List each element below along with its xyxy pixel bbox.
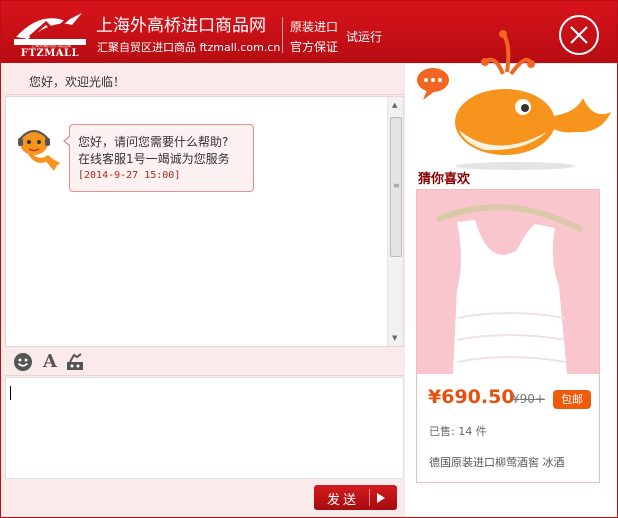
sold-count: 已售: 14 件 [429, 425, 487, 438]
logo-emblem-icon [14, 13, 86, 45]
agent-message-bubble: 您好，请问您需要什么帮助? 在线客服1号一竭诚为您服务 [2014-9-27 1… [63, 124, 254, 192]
agent-avatar [14, 121, 64, 181]
recommend-panel: 猜你喜欢 ¥690.50 ¥90+ 包邮 已售: 14 件 德国原装进口柳莺酒窖… [405, 30, 617, 517]
site-name: 上海外高桥进口商品网 [96, 16, 266, 36]
emoji-button[interactable] [13, 352, 35, 372]
send-button[interactable]: 发送 [314, 485, 397, 510]
message-input[interactable] [5, 377, 404, 479]
tag-official-guarantee: 官方保证 [290, 40, 339, 54]
scroll-down-arrow-icon[interactable]: ▼ [392, 334, 397, 342]
scroll-grip-icon: ≡ [393, 181, 400, 190]
product-image[interactable] [417, 190, 599, 374]
emoji-icon [14, 353, 32, 371]
font-icon: A [43, 351, 57, 372]
input-toolbar: A [5, 348, 404, 376]
product-name[interactable]: 德国原装进口柳莺酒窖 冰酒 [429, 454, 565, 470]
product-card[interactable]: ¥690.50 ¥90+ 包邮 已售: 14 件 德国原装进口柳莺酒窖 冰酒 [416, 189, 600, 483]
scroll-up-arrow-icon[interactable]: ▲ [392, 101, 397, 109]
header-divider [282, 17, 283, 53]
send-button-label: 发送 [327, 493, 360, 508]
message-line-1: 您好，请问您需要什么帮助? [78, 135, 229, 149]
message-timestamp: [2014-9-27 15:00] [78, 170, 181, 181]
logo-wordmark: FTZMALL [20, 48, 80, 59]
site-subtitle: 汇聚自贸区进口商品 ftzmall.com.cn [97, 41, 281, 54]
greeting-text: 您好，欢迎光临！ [29, 75, 126, 89]
guess-you-like-title: 猜你喜欢 [418, 172, 471, 187]
greeting-bar: 您好，欢迎光临！ [5, 64, 404, 95]
screenshot-button[interactable] [65, 352, 87, 372]
product-old-price: ¥90+ [512, 392, 545, 406]
site-logo[interactable]: 上海外高桥进口商品网 FTZMALL [10, 7, 90, 59]
whale-mascot-icon [417, 30, 611, 170]
free-shipping-badge: 包邮 [553, 390, 591, 409]
fish-mascot-icon [18, 130, 60, 171]
whale-mascot [415, 4, 615, 174]
message-line-2: 在线客服1号一竭诚为您服务 [78, 152, 230, 166]
chat-window: 上海外高桥进口商品网 FTZMALL 上海外高桥进口商品网 汇聚自贸区进口商品 … [0, 0, 618, 518]
font-button[interactable]: A [39, 352, 61, 372]
chat-history[interactable]: 您好，请问您需要什么帮助? 在线客服1号一竭诚为您服务 [2014-9-27 1… [5, 96, 404, 347]
screenshot-icon [67, 353, 83, 370]
chat-scrollbar[interactable]: ▲ ≡ ▼ [387, 97, 403, 346]
product-price: ¥690.50 [428, 386, 515, 408]
tag-original-import: 原装进口 [290, 20, 339, 34]
text-caret [10, 386, 11, 400]
send-button-divider [369, 489, 370, 506]
send-arrow-icon [377, 493, 385, 503]
trial-run-label: 试运行 [346, 30, 383, 44]
product-photo [417, 190, 599, 374]
scroll-thumb[interactable]: ≡ [390, 117, 402, 257]
